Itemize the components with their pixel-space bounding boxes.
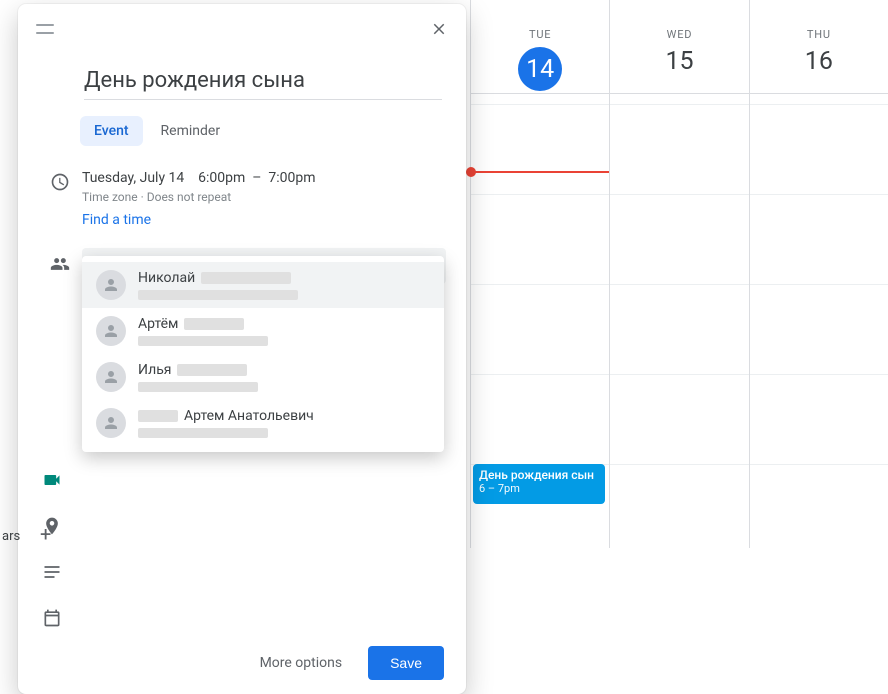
suggestion-item[interactable]: Николай: [82, 262, 444, 308]
dow-label: THU: [750, 28, 888, 41]
dow-label: TUE: [471, 28, 609, 41]
avatar-icon: [96, 316, 126, 346]
people-icon: [38, 248, 82, 274]
save-button[interactable]: Save: [368, 646, 444, 680]
suggestion-item[interactable]: Илья: [82, 354, 444, 400]
avatar-icon: [96, 408, 126, 438]
close-button[interactable]: [422, 12, 456, 46]
now-indicator-line: [471, 171, 609, 173]
clock-icon: [38, 166, 82, 192]
dow-label: WED: [610, 28, 748, 41]
day-number[interactable]: 16: [750, 47, 888, 76]
video-meet-icon[interactable]: [42, 470, 64, 492]
description-icon[interactable]: [42, 562, 64, 584]
suggestion-item[interactable]: Артем Анатольевич: [82, 400, 444, 446]
close-icon: [430, 20, 448, 38]
event-title: День рождения сын: [479, 468, 599, 482]
suggestion-name: Артем Анатольевич: [184, 408, 314, 424]
avatar-icon: [96, 270, 126, 300]
tab-event[interactable]: Event: [80, 116, 143, 146]
event-title-input[interactable]: [84, 64, 442, 100]
day-header-tue[interactable]: TUE 14: [471, 0, 610, 93]
drag-handle-icon[interactable]: [36, 24, 54, 34]
find-a-time-link[interactable]: Find a time: [18, 204, 466, 230]
day-number[interactable]: 15: [610, 47, 748, 76]
option-icons: [18, 470, 466, 630]
calendar-body[interactable]: День рождения сын 6 – 7pm: [471, 94, 888, 548]
cropped-text: ars: [2, 529, 20, 544]
suggestion-name: Николай: [138, 270, 195, 286]
avatar-icon: [96, 362, 126, 392]
more-options-button[interactable]: More options: [250, 647, 353, 679]
day-header-thu[interactable]: THU 16: [750, 0, 888, 93]
recurrence-text[interactable]: Time zone · Does not repeat: [82, 190, 446, 204]
tab-reminder[interactable]: Reminder: [147, 116, 235, 146]
suggestion-name: Илья: [138, 362, 171, 378]
day-header-wed[interactable]: WED 15: [610, 0, 749, 93]
create-event-dialog: Event Reminder Tuesday, July 14 6:00pm –…: [18, 4, 466, 694]
guest-suggestions-dropdown: Николай Артём Илья Артем Анатольевич: [82, 256, 444, 452]
day-number[interactable]: 14: [518, 47, 562, 91]
calendar-event[interactable]: День рождения сын 6 – 7pm: [473, 464, 605, 504]
datetime-text[interactable]: Tuesday, July 14 6:00pm – 7:00pm: [82, 166, 446, 186]
suggestion-name: Артём: [138, 316, 178, 332]
event-time: 6 – 7pm: [479, 482, 599, 495]
calendar-icon[interactable]: [42, 608, 64, 630]
add-calendar-button[interactable]: +: [40, 522, 51, 546]
suggestion-item[interactable]: Артём: [82, 308, 444, 354]
calendar-header: TUE 14 WED 15 THU 16: [471, 0, 888, 94]
calendar-grid: TUE 14 WED 15 THU 16 День рождения сын 6…: [470, 0, 888, 548]
